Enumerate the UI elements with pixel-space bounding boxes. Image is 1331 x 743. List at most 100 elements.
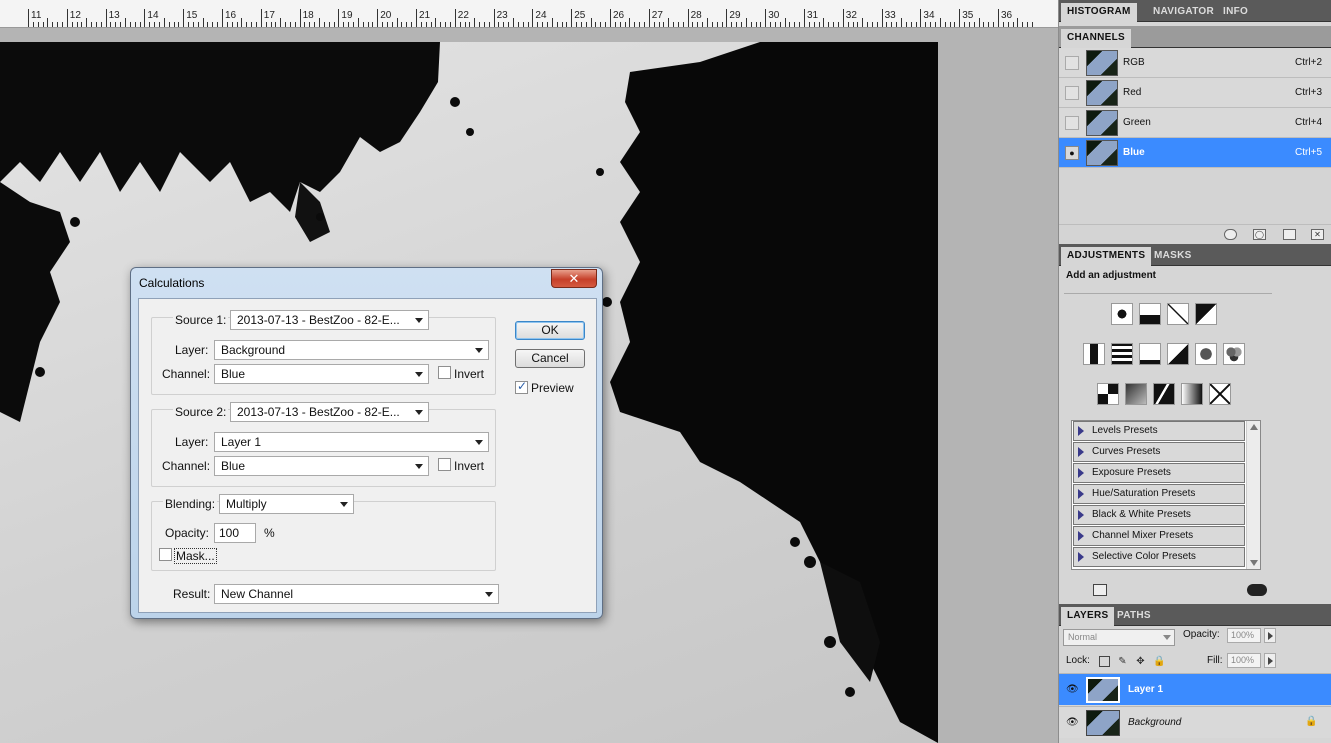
ruler-minor-tick — [682, 22, 684, 27]
levels-icon[interactable] — [1139, 303, 1161, 325]
new-channel-icon[interactable] — [1283, 229, 1296, 240]
tab-info[interactable]: INFO — [1217, 3, 1254, 22]
channel-row-blue[interactable]: ● Blue Ctrl+5 — [1059, 138, 1331, 168]
ruler-minor-tick — [551, 18, 553, 27]
preset-item[interactable]: Black & White Presets — [1073, 505, 1245, 525]
preset-item[interactable]: Hue/Saturation Presets — [1073, 484, 1245, 504]
black-white-icon[interactable] — [1167, 343, 1189, 365]
ruler-minor-tick — [585, 22, 587, 27]
color-balance-icon[interactable] — [1139, 343, 1161, 365]
lock-label: Lock: — [1066, 655, 1090, 666]
ok-button[interactable]: OK — [515, 321, 585, 340]
layer-row-layer-1[interactable]: 👁 Layer 1 — [1059, 673, 1331, 705]
close-button[interactable]: ✕ — [551, 269, 597, 288]
layer-toggle-icon[interactable] — [1247, 584, 1267, 596]
photo-filter-icon[interactable] — [1195, 343, 1217, 365]
gradient-map-icon[interactable] — [1181, 383, 1203, 405]
mask-checkbox[interactable] — [159, 548, 172, 561]
preset-item[interactable]: Channel Mixer Presets — [1073, 526, 1245, 546]
tab-layers[interactable]: LAYERS — [1061, 607, 1115, 626]
preset-item[interactable]: Exposure Presets — [1073, 463, 1245, 483]
posterize-icon[interactable] — [1125, 383, 1147, 405]
eye-icon[interactable]: 👁 — [1066, 717, 1079, 728]
ruler-minor-tick — [692, 22, 694, 27]
ruler-minor-tick — [546, 22, 548, 27]
blending-opacity-input[interactable]: 100 — [214, 523, 256, 543]
ruler-label: 18 — [302, 10, 314, 21]
tab-navigator[interactable]: NAVIGATOR — [1147, 3, 1220, 22]
load-selection-icon[interactable] — [1224, 229, 1237, 240]
source1-invert-checkbox[interactable] — [438, 366, 451, 379]
mask-button[interactable]: Mask... — [174, 548, 217, 564]
ruler-minor-tick — [605, 22, 607, 27]
result-select[interactable]: New Channel — [214, 584, 499, 604]
scroll-up-icon[interactable] — [1250, 424, 1258, 430]
source1-file-value: 2013-07-13 - BestZoo - 82-E... — [237, 313, 400, 327]
source2-invert-checkbox[interactable] — [438, 458, 451, 471]
lock-position-icon[interactable]: ✥ — [1135, 656, 1146, 667]
curves-icon[interactable] — [1167, 303, 1189, 325]
layer-row-background[interactable]: 👁 Background 🔒 — [1059, 706, 1331, 738]
tab-adjustments[interactable]: ADJUSTMENTS — [1061, 247, 1152, 266]
save-selection-icon[interactable]: ◯ — [1253, 229, 1266, 240]
lock-all-icon[interactable]: 🔒 — [1153, 656, 1165, 667]
tab-paths[interactable]: PATHS — [1111, 607, 1157, 626]
blending-mode-select[interactable]: Multiply — [219, 494, 354, 514]
lock-image-icon[interactable]: ✎ — [1117, 656, 1128, 667]
brightness-contrast-icon[interactable] — [1111, 303, 1133, 325]
tab-masks[interactable]: MASKS — [1148, 247, 1198, 266]
ruler-minor-tick — [362, 22, 364, 27]
channel-mixer-icon[interactable] — [1223, 343, 1245, 365]
lock-transparency-icon[interactable] — [1099, 656, 1110, 667]
visibility-toggle[interactable] — [1065, 116, 1079, 130]
ruler-minor-tick — [736, 22, 738, 27]
fill-input[interactable]: 100% — [1227, 653, 1261, 668]
preview-checkbox[interactable] — [515, 379, 528, 394]
channel-row-green[interactable]: Green Ctrl+4 — [1059, 108, 1331, 138]
threshold-icon[interactable] — [1153, 383, 1175, 405]
source2-channel-select[interactable]: Blue — [214, 456, 429, 476]
visibility-toggle[interactable] — [1065, 86, 1079, 100]
scroll-down-icon[interactable] — [1250, 560, 1258, 566]
vibrance-icon[interactable] — [1083, 343, 1105, 365]
channel-row-rgb[interactable]: RGB Ctrl+2 — [1059, 48, 1331, 78]
source1-file-select[interactable]: 2013-07-13 - BestZoo - 82-E... — [230, 310, 429, 330]
cancel-button[interactable]: Cancel — [515, 349, 585, 368]
opacity-input[interactable]: 100% — [1227, 628, 1261, 643]
source1-label: Source 1: — [173, 313, 229, 327]
ruler-minor-tick — [901, 18, 902, 27]
presets-scrollbar[interactable] — [1246, 421, 1260, 569]
selective-color-icon[interactable] — [1209, 383, 1231, 405]
ruler-minor-tick — [333, 22, 335, 27]
preset-item[interactable]: Curves Presets — [1073, 442, 1245, 462]
invert-icon[interactable] — [1097, 383, 1119, 405]
ruler-minor-tick — [925, 22, 927, 27]
hue-saturation-icon[interactable] — [1111, 343, 1133, 365]
opacity-slider-button[interactable] — [1264, 628, 1276, 643]
eye-icon[interactable]: 👁 — [1066, 684, 1079, 695]
eye-icon[interactable]: ● — [1065, 146, 1079, 160]
tab-channels[interactable]: CHANNELS — [1061, 29, 1131, 48]
ruler-minor-tick — [265, 22, 267, 27]
source2-layer-select[interactable]: Layer 1 — [214, 432, 489, 452]
fill-slider-button[interactable] — [1264, 653, 1276, 668]
preset-label: Channel Mixer Presets — [1092, 530, 1194, 541]
channel-row-red[interactable]: Red Ctrl+3 — [1059, 78, 1331, 108]
ruler-minor-tick — [755, 22, 757, 27]
blend-mode-value: Normal — [1068, 632, 1098, 642]
trash-icon[interactable]: ✕ — [1311, 229, 1324, 240]
exposure-icon[interactable] — [1195, 303, 1217, 325]
source2-file-select[interactable]: 2013-07-13 - BestZoo - 82-E... — [230, 402, 429, 422]
preset-item[interactable]: Levels Presets — [1073, 421, 1245, 441]
source1-channel-select[interactable]: Blue — [214, 364, 429, 384]
ruler-minor-tick — [154, 22, 156, 27]
layer-blend-mode-select[interactable]: Normal — [1063, 629, 1175, 646]
channel-name: Green — [1123, 117, 1151, 128]
clip-to-layer-icon[interactable] — [1093, 584, 1107, 596]
expand-triangle-icon — [1078, 426, 1084, 436]
tab-histogram[interactable]: HISTOGRAM — [1061, 3, 1137, 22]
preset-item[interactable]: Selective Color Presets — [1073, 547, 1245, 567]
ruler-minor-tick — [745, 18, 747, 27]
source1-layer-select[interactable]: Background — [214, 340, 489, 360]
visibility-toggle[interactable] — [1065, 56, 1079, 70]
